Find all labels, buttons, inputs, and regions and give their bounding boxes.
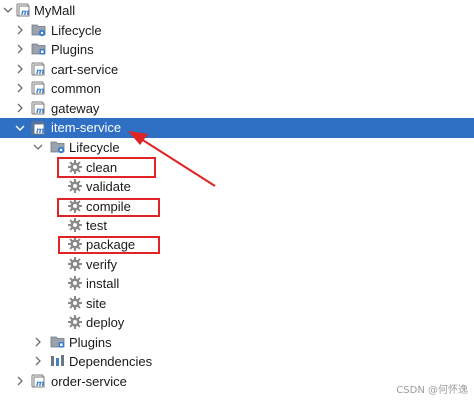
tree-row-goal-deploy[interactable]: deploy [0,313,474,332]
tree-row-goal-verify[interactable]: verify [0,255,474,274]
maven-module-icon [31,61,47,77]
plugins-folder-icon [31,41,47,57]
lifecycle-folder-icon [50,139,66,155]
gear-icon [67,217,83,233]
lifecycle-folder-icon [31,22,47,38]
tree-label-item-service: item-service [51,120,122,135]
tree-label-lifecycle: Lifecycle [51,23,102,38]
tree-label-goal-site: site [86,296,107,311]
watermark: CSDN @何怀逸 [396,385,468,396]
tree-row-item-dependencies[interactable]: Dependencies [0,352,474,371]
highlight-box-clean [57,157,156,178]
tree-label-goal-test: test [86,218,107,233]
chevron-right-icon[interactable] [14,82,26,94]
tree-label-cart-service: cart-service [51,62,119,77]
tree-row-lifecycle[interactable]: Lifecycle [0,21,474,40]
tree-label-item-dependencies: Dependencies [69,354,153,369]
maven-module-icon [31,373,47,389]
maven-module-icon [31,80,47,96]
tree-row-goal-validate[interactable]: validate [0,177,474,196]
tree-row-item-lifecycle[interactable]: Lifecycle [0,138,474,157]
highlight-box-compile [57,198,160,217]
gear-icon [67,256,83,272]
tree-row-goal-install[interactable]: install [0,274,474,293]
tree-row-cart-service[interactable]: cart-service [0,60,474,79]
gear-icon [67,275,83,291]
tree-row-item-service[interactable]: item-service [0,118,474,138]
chevron-down-icon[interactable] [32,141,44,153]
tree-row-common[interactable]: common [0,79,474,98]
tree-label-goal-install: install [86,276,120,291]
maven-module-icon [31,120,47,136]
tree-label-common: common [51,81,101,96]
tree-label-goal-validate: validate [86,179,131,194]
tree-label-mymall: MyMall [34,3,76,18]
chevron-right-icon[interactable] [14,375,26,387]
tree-row-goal-site[interactable]: site [0,294,474,313]
chevron-right-icon[interactable] [14,24,26,36]
tree-row-mymall[interactable]: MyMall [0,1,474,20]
dependencies-icon [50,353,66,369]
chevron-down-icon[interactable] [2,4,14,16]
chevron-right-icon[interactable] [14,63,26,75]
chevron-right-icon[interactable] [14,102,26,114]
tree-label-goal-deploy: deploy [86,315,125,330]
gear-icon [67,314,83,330]
gear-icon [67,295,83,311]
chevron-right-icon[interactable] [32,336,44,348]
highlight-box-package [58,236,160,254]
tree-row-goal-test[interactable]: test [0,216,474,235]
tree-label-gateway: gateway [51,101,100,116]
plugins-folder-icon [50,334,66,350]
tree-label-goal-verify: verify [86,257,118,272]
tree-label-item-lifecycle: Lifecycle [69,140,120,155]
maven-module-icon [16,2,32,18]
tree-row-gateway[interactable]: gateway [0,99,474,118]
chevron-down-icon[interactable] [14,122,26,134]
maven-module-icon [31,100,47,116]
tree-label-item-plugins: Plugins [69,335,112,350]
tree-label-order-service: order-service [51,374,127,389]
chevron-right-icon[interactable] [14,43,26,55]
tree-row-item-plugins[interactable]: Plugins [0,333,474,352]
tree-row-plugins[interactable]: Plugins [0,40,474,59]
gear-icon [67,178,83,194]
chevron-right-icon[interactable] [32,355,44,367]
tree-label-plugins: Plugins [51,42,94,57]
